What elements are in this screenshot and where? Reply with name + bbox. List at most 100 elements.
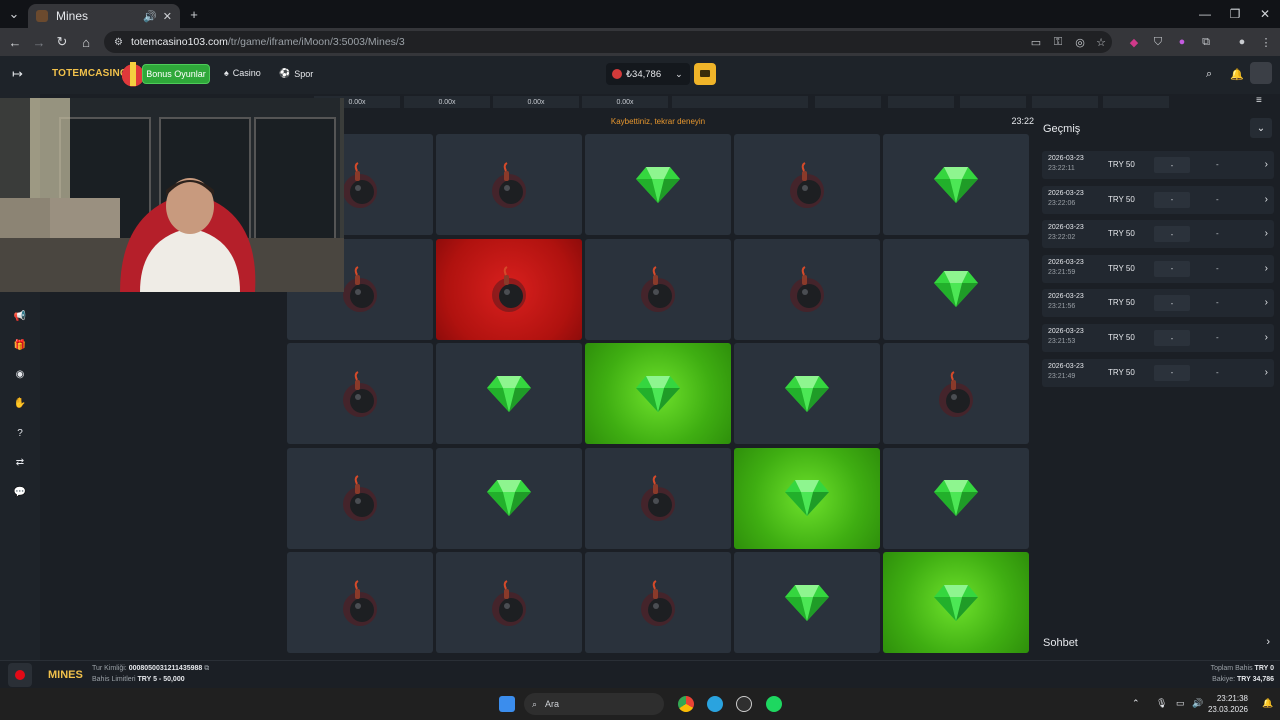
notification-icon[interactable]: 🔔 (1262, 698, 1273, 709)
collapse-history-button[interactable]: ⌄ (1250, 118, 1272, 138)
history-amount: TRY 50 (1108, 194, 1135, 204)
gem-icon (934, 166, 978, 203)
tile-mine[interactable] (436, 134, 582, 235)
swap-icon[interactable]: ⇄ (12, 454, 28, 470)
site-logo[interactable]: TOTEMCASINO (52, 68, 128, 79)
tile-mine[interactable] (287, 552, 433, 653)
tile-mine[interactable] (734, 134, 880, 235)
eye-off-icon[interactable]: ◎ (1072, 34, 1088, 50)
gift-icon[interactable]: 🎁 (12, 337, 28, 353)
tile-gem[interactable] (883, 134, 1029, 235)
volume-icon[interactable]: 🔊 (1192, 698, 1203, 709)
wallet-button[interactable] (694, 63, 716, 85)
avatar[interactable] (1250, 62, 1272, 84)
password-key-icon[interactable]: ⚿ (1050, 34, 1066, 50)
system-clock[interactable]: 23:21:38 23.03.2026 (1208, 693, 1248, 715)
tab-list-icon[interactable]: ⌄ (4, 4, 24, 24)
windows-start-icon[interactable] (499, 696, 515, 712)
history-date: 2026-03-23 (1048, 328, 1084, 335)
chevron-up-icon[interactable]: ⌃ (1132, 698, 1140, 709)
obs-icon[interactable] (736, 696, 752, 712)
tile-mine[interactable] (287, 447, 433, 549)
tile-mine[interactable] (585, 552, 731, 653)
chat-bubble-icon[interactable]: 💬 (12, 484, 28, 500)
megaphone-icon[interactable]: 📢 (12, 308, 28, 324)
tile-gem[interactable] (883, 238, 1029, 340)
shield-icon[interactable]: ⛉ (1150, 34, 1166, 50)
chrome-icon[interactable] (678, 696, 694, 712)
browser-menu-icon[interactable]: ⋮ (1258, 34, 1274, 50)
history-row[interactable]: 2026-03-23 23:22:06 TRY 50 - - › (1042, 185, 1274, 214)
reload-icon[interactable]: ↻ (52, 32, 72, 52)
profile-avatar-icon[interactable]: ● (1234, 34, 1250, 50)
history-row[interactable]: 2026-03-23 23:21:59 TRY 50 - - › (1042, 254, 1274, 283)
tile-mine[interactable] (734, 238, 880, 340)
webcam-scene (0, 98, 344, 292)
tile-gem[interactable] (883, 552, 1029, 653)
tile-gem[interactable] (585, 343, 731, 444)
history-row[interactable]: 2026-03-23 23:22:11 TRY 50 - - › (1042, 151, 1274, 179)
language-flag-button[interactable] (8, 663, 32, 687)
restore-icon[interactable]: ❐ (1220, 4, 1250, 24)
site-info-icon[interactable]: ⚙ (114, 37, 123, 48)
game-footer: MINES Tur Kimliği: 0008050031211435988 ⧉… (0, 660, 1280, 688)
history-row[interactable]: 2026-03-23 23:21:56 TRY 50 - - › (1042, 289, 1274, 318)
telegram-icon[interactable] (707, 696, 723, 712)
tile-mine[interactable] (436, 238, 582, 340)
bell-icon[interactable]: 🔔 (1230, 68, 1244, 81)
tile-mine[interactable] (585, 447, 731, 549)
bookmark-star-icon[interactable]: ☆ (1093, 34, 1109, 50)
balance-selector[interactable]: ₺34,786 ⌄ (606, 63, 690, 85)
history-row[interactable]: 2026-03-23 23:22:02 TRY 50 - - › (1042, 220, 1274, 249)
close-tab-icon[interactable]: ✕ (163, 10, 172, 23)
tile-mine[interactable] (883, 343, 1029, 444)
hand-coins-icon[interactable]: ✋ (12, 395, 28, 411)
tile-gem[interactable] (436, 343, 582, 444)
history-row[interactable]: 2026-03-23 23:21:49 TRY 50 - - › (1042, 358, 1274, 387)
extension-icon[interactable]: ◆ (1126, 34, 1142, 50)
history-amount: TRY 50 (1108, 298, 1135, 308)
close-window-icon[interactable]: ✕ (1250, 4, 1280, 24)
browser-tab[interactable]: Mines 🔊 ✕ (28, 4, 180, 28)
new-tab-icon[interactable]: + (184, 4, 204, 24)
expand-sidebar-icon[interactable]: ↦ (12, 66, 23, 82)
history-row[interactable]: 2026-03-23 23:21:53 TRY 50 - - › (1042, 324, 1274, 352)
tile-mine[interactable] (585, 238, 731, 340)
tile-gem[interactable] (734, 447, 880, 549)
round-id-value: 0008050031211435988 (128, 665, 203, 672)
search-placeholder: Ara (545, 699, 560, 709)
tile-gem[interactable] (436, 447, 582, 549)
extension-purple-icon[interactable]: ● (1174, 34, 1190, 50)
tile-gem[interactable] (734, 552, 880, 653)
extensions-puzzle-icon[interactable]: ⧉ (1198, 34, 1214, 50)
speaker-icon[interactable]: 🔊 (143, 10, 157, 23)
nav-sport[interactable]: ⚽ Spor (279, 68, 313, 79)
network-icon[interactable]: ▭ (1176, 698, 1185, 709)
address-bar[interactable]: ⚙ totemcasino103.com/tr/game/iframe/iMoo… (104, 31, 1112, 53)
tile-gem[interactable] (585, 134, 731, 235)
tile-mine[interactable] (287, 343, 433, 444)
spotify-icon[interactable] (766, 696, 782, 712)
forward-icon[interactable]: → (29, 32, 49, 52)
taskbar-search[interactable]: ⌕ Ara (524, 693, 664, 715)
copy-icon[interactable]: ⧉ (204, 665, 209, 672)
chat-bar[interactable]: Sohbet › (1036, 628, 1280, 658)
microphone-icon[interactable]: 🎙 (1156, 698, 1167, 709)
minimize-icon[interactable]: — (1190, 4, 1220, 24)
tile-gem[interactable] (734, 343, 880, 444)
menu-icon[interactable]: ≡ (1256, 95, 1262, 106)
nav-casino[interactable]: ♠ Casino (224, 68, 261, 78)
help-icon[interactable]: ? (12, 425, 28, 441)
badge-icon[interactable]: ◉ (12, 366, 28, 382)
back-icon[interactable]: ← (5, 32, 25, 52)
game-status-message: Kaybettiniz, tekrar deneyin (610, 117, 706, 126)
chevron-right-icon: › (1264, 193, 1268, 205)
home-icon[interactable]: ⌂ (76, 32, 96, 52)
tile-mine[interactable] (436, 552, 582, 653)
cast-icon[interactable]: ▭ (1028, 34, 1044, 50)
history-time: 23:22:11 (1048, 165, 1075, 172)
bonus-games-button[interactable]: Bonus Oyunlar (142, 64, 210, 84)
tile-gem[interactable] (883, 447, 1029, 549)
search-icon[interactable]: ⌕ (1206, 68, 1212, 81)
gem-icon (934, 480, 978, 516)
